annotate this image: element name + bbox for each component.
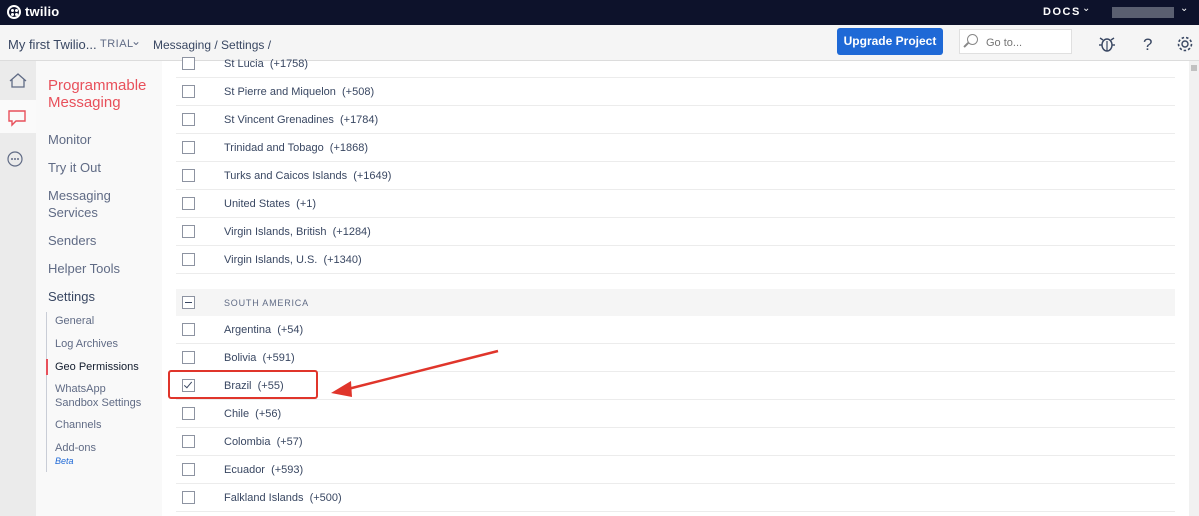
product-title[interactable]: Programmable Messaging: [48, 77, 158, 111]
chevron-down-icon: ⌄: [1180, 3, 1189, 14]
subnav-whatsapp-sandbox[interactable]: WhatsApp Sandbox Settings: [55, 382, 151, 410]
country-checkbox[interactable]: [182, 435, 195, 448]
country-checkbox[interactable]: [182, 491, 195, 504]
more-dots-icon: [7, 151, 23, 167]
account-type-badge[interactable]: TRIAL: [100, 38, 134, 50]
country-label: Virgin Islands, U.S. (+1340): [224, 254, 362, 266]
rail-home[interactable]: [0, 64, 36, 97]
country-checkbox[interactable]: [182, 85, 195, 98]
country-checkbox[interactable]: [182, 407, 195, 420]
account-menu-redacted[interactable]: [1112, 7, 1174, 18]
country-checkbox[interactable]: [182, 225, 195, 238]
country-checkbox[interactable]: [182, 197, 195, 210]
country-label: St Vincent Grenadines (+1784): [224, 114, 379, 126]
country-label: Chile (+56): [224, 408, 282, 420]
chat-bubble-icon: [8, 110, 26, 127]
docs-menu[interactable]: DOCS: [1043, 6, 1081, 18]
country-label: Trinidad and Tobago (+1868): [224, 142, 369, 154]
nav-settings[interactable]: Settings: [48, 288, 95, 305]
country-row[interactable]: Ecuador (+593): [176, 456, 1175, 484]
beta-badge: Beta: [55, 456, 74, 466]
country-row[interactable]: Trinidad and Tobago (+1868): [176, 134, 1175, 162]
annotation-highlight-box: [168, 370, 318, 399]
country-label: St Pierre and Miquelon (+508): [224, 86, 375, 98]
country-label: Colombia (+57): [224, 436, 303, 448]
country-label: Turks and Caicos Islands (+1649): [224, 170, 392, 182]
country-checkbox[interactable]: [182, 463, 195, 476]
home-icon: [9, 73, 27, 88]
country-row[interactable]: Virgin Islands, U.S. (+1340): [176, 246, 1175, 274]
subnav-add-ons[interactable]: Add-ons: [55, 441, 96, 455]
country-checkbox[interactable]: [182, 351, 195, 364]
top-navigation-bar: twilio DOCS ⌄ ⌄: [0, 0, 1199, 25]
country-row[interactable]: United States (+1): [176, 190, 1175, 218]
country-row[interactable]: Chile (+56): [176, 400, 1175, 428]
nav-try-it-out[interactable]: Try it Out: [48, 159, 101, 176]
country-label: Ecuador (+593): [224, 464, 304, 476]
country-row[interactable]: St Pierre and Miquelon (+508): [176, 78, 1175, 106]
country-row[interactable]: Falkland Islands (+500): [176, 484, 1175, 512]
region-label: SOUTH AMERICA: [224, 298, 309, 308]
product-icon-rail: [0, 61, 36, 516]
active-indicator: [46, 359, 48, 375]
country-row[interactable]: St Lucia (+1758): [176, 50, 1175, 78]
subnav-geo-permissions[interactable]: Geo Permissions: [55, 360, 139, 374]
country-label: United States (+1): [224, 198, 317, 210]
twilio-logo[interactable]: twilio: [7, 4, 59, 19]
rail-messaging[interactable]: [0, 100, 36, 133]
settings-subnav: General Log Archives Geo Permissions Wha…: [46, 312, 157, 472]
nav-helper-tools[interactable]: Helper Tools: [48, 260, 120, 277]
gear-icon[interactable]: [1175, 34, 1195, 54]
country-row[interactable]: Brazil (+55): [176, 372, 1175, 400]
project-name[interactable]: My first Twilio...: [8, 37, 97, 52]
country-checkbox[interactable]: [182, 57, 195, 70]
nav-monitor[interactable]: Monitor: [48, 131, 91, 148]
nav-senders[interactable]: Senders: [48, 232, 96, 249]
chevron-down-icon[interactable]: ⌄: [131, 34, 141, 48]
page-scrollbar[interactable]: [1189, 61, 1199, 516]
subnav-channels[interactable]: Channels: [55, 418, 101, 432]
subnav-log-archives[interactable]: Log Archives: [55, 337, 118, 351]
country-row[interactable]: St Vincent Grenadines (+1784): [176, 106, 1175, 134]
country-label: Falkland Islands (+500): [224, 492, 342, 504]
country-label: Argentina (+54): [224, 324, 304, 336]
country-checkbox[interactable]: [182, 323, 195, 336]
country-checkbox[interactable]: [182, 141, 195, 154]
country-row[interactable]: Colombia (+57): [176, 428, 1175, 456]
twilio-logo-icon: [7, 4, 21, 19]
country-checkbox[interactable]: [182, 253, 195, 266]
chevron-down-icon: ⌄: [1082, 3, 1091, 14]
region-header: SOUTH AMERICA: [176, 289, 1175, 316]
country-row[interactable]: Bolivia (+591): [176, 344, 1175, 372]
search-icon: [967, 34, 978, 45]
country-row[interactable]: Argentina (+54): [176, 316, 1175, 344]
country-row[interactable]: Virgin Islands, British (+1284): [176, 218, 1175, 246]
country-row[interactable]: Turks and Caicos Islands (+1649): [176, 162, 1175, 190]
country-label: St Lucia (+1758): [224, 58, 309, 70]
rail-more[interactable]: [0, 143, 36, 176]
geo-permissions-list: St Lucia (+1758) St Pierre and Miquelon (…: [162, 57, 1189, 516]
nav-messaging-services[interactable]: Messaging Services: [48, 187, 128, 221]
region-toggle-checkbox[interactable]: [182, 296, 195, 309]
scrollbar-arrow[interactable]: [1191, 65, 1197, 71]
country-label: Bolivia (+591): [224, 352, 295, 364]
side-navigation: Programmable Messaging Monitor Try it Ou…: [36, 61, 162, 516]
country-checkbox[interactable]: [182, 169, 195, 182]
country-checkbox[interactable]: [182, 113, 195, 126]
country-label: Virgin Islands, British (+1284): [224, 226, 371, 238]
subnav-general[interactable]: General: [55, 314, 94, 328]
brand-name: twilio: [25, 4, 60, 19]
